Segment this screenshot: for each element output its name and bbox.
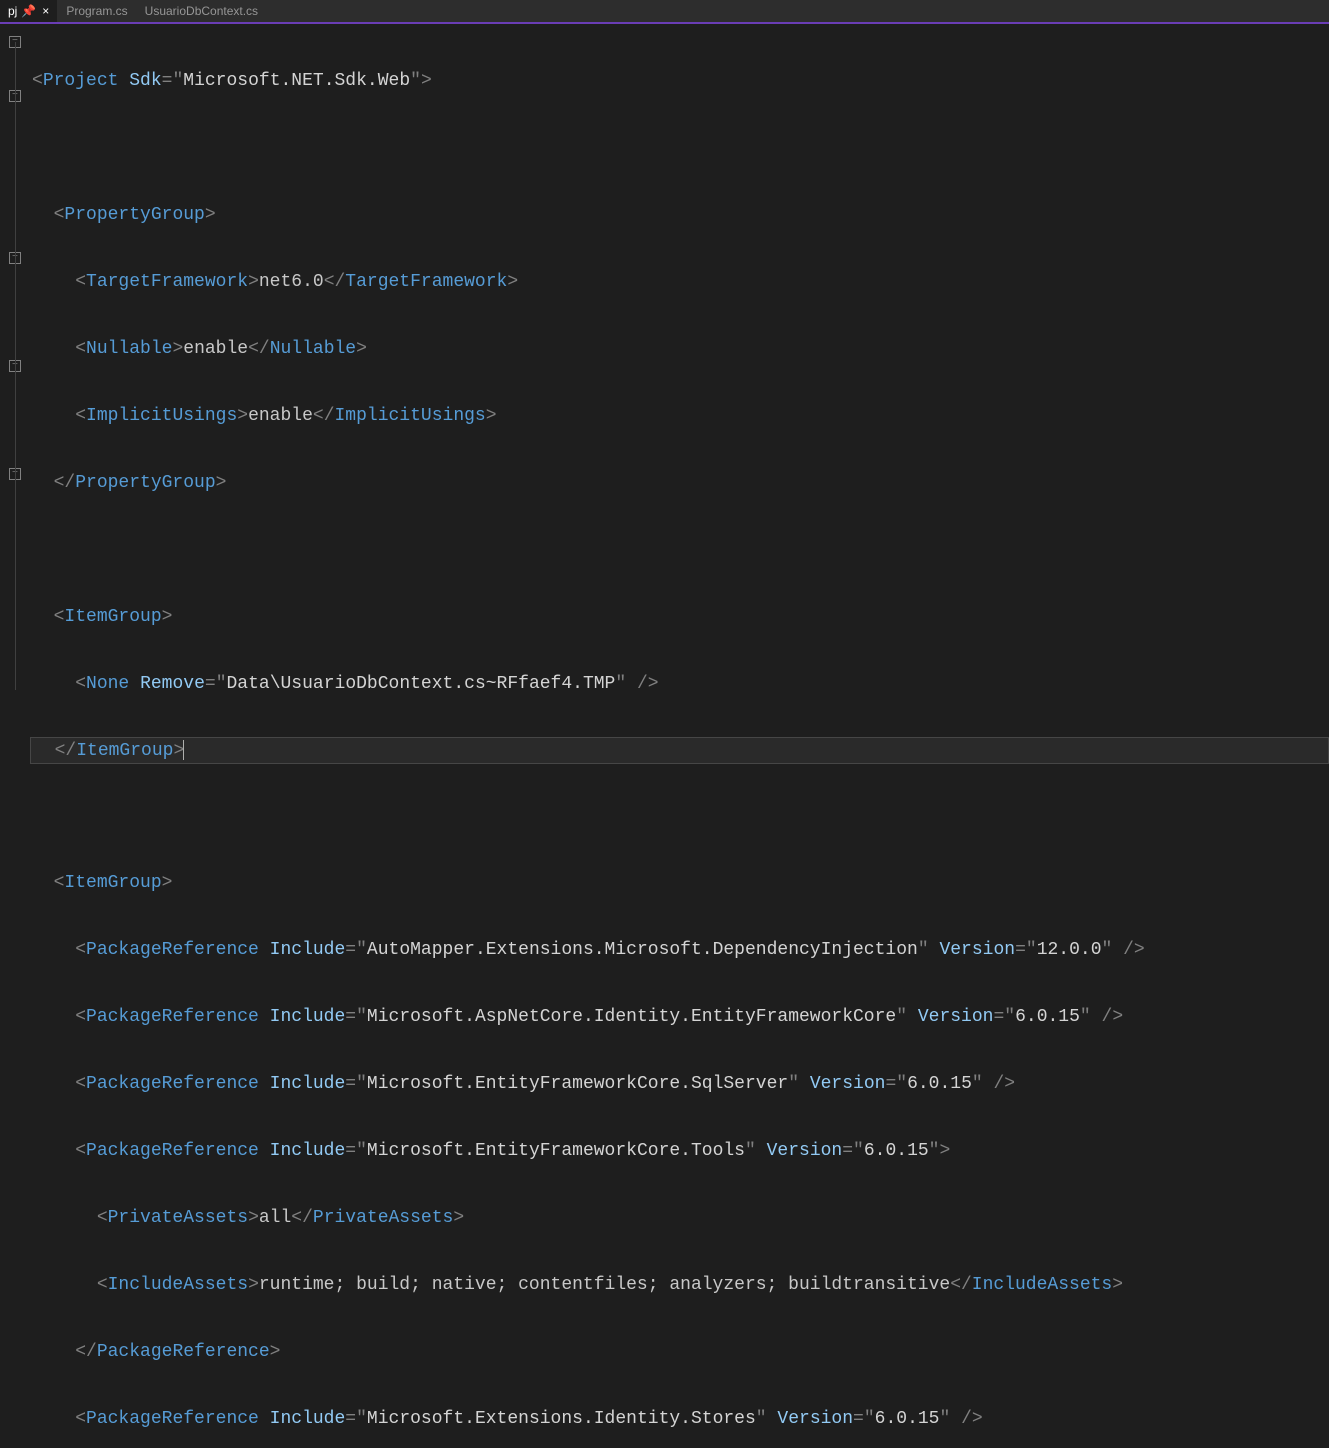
code-line[interactable]: <PackageReference Include="Microsoft.Ent… xyxy=(30,1138,1329,1165)
code-line[interactable]: <TargetFramework>net6.0</TargetFramework… xyxy=(30,269,1329,296)
gutter: − − − − − xyxy=(0,24,30,746)
code-line[interactable]: <Nullable>enable</Nullable> xyxy=(30,336,1329,363)
code-line[interactable] xyxy=(30,537,1329,564)
code-line[interactable]: <PackageReference Include="AutoMapper.Ex… xyxy=(30,937,1329,964)
code-line[interactable]: <PropertyGroup> xyxy=(30,202,1329,229)
tab-program-label: Program.cs xyxy=(66,4,127,18)
code-line[interactable] xyxy=(30,803,1329,830)
code-line[interactable]: <None Remove="Data\UsuarioDbContext.cs~R… xyxy=(30,671,1329,698)
code-line[interactable]: <ImplicitUsings>enable</ImplicitUsings> xyxy=(30,403,1329,430)
code-line[interactable]: <PrivateAssets>all</PrivateAssets> xyxy=(30,1205,1329,1232)
code-line[interactable]: <ItemGroup> xyxy=(30,870,1329,897)
tab-dbcontext-label: UsuarioDbContext.cs xyxy=(145,4,258,18)
tab-active[interactable]: pj 📌 × xyxy=(0,0,57,22)
tab-dbcontext[interactable]: UsuarioDbContext.cs xyxy=(137,0,266,22)
code-line[interactable]: <ItemGroup> xyxy=(30,604,1329,631)
code-line[interactable] xyxy=(30,135,1329,162)
close-icon[interactable]: × xyxy=(42,4,49,18)
code-line[interactable]: <IncludeAssets>runtime; build; native; c… xyxy=(30,1272,1329,1299)
text-cursor xyxy=(183,740,184,760)
code-line[interactable]: </PropertyGroup> xyxy=(30,470,1329,497)
pin-icon: 📌 xyxy=(21,4,36,18)
code-line-current[interactable]: </ItemGroup> xyxy=(30,737,1329,764)
code-area[interactable]: <Project Sdk="Microsoft.NET.Sdk.Web"> <P… xyxy=(30,24,1329,746)
tab-active-label: pj xyxy=(8,4,17,18)
tab-program[interactable]: Program.cs xyxy=(58,0,135,22)
code-line[interactable]: </PackageReference> xyxy=(30,1339,1329,1366)
code-line[interactable]: <Project Sdk="Microsoft.NET.Sdk.Web"> xyxy=(30,68,1329,95)
code-line[interactable]: <PackageReference Include="Microsoft.Asp… xyxy=(30,1004,1329,1031)
code-line[interactable]: <PackageReference Include="Microsoft.Ent… xyxy=(30,1071,1329,1098)
code-line[interactable]: <PackageReference Include="Microsoft.Ext… xyxy=(30,1406,1329,1433)
code-editor[interactable]: − − − − − <Project Sdk="Microsoft.NET.Sd… xyxy=(0,24,1329,746)
